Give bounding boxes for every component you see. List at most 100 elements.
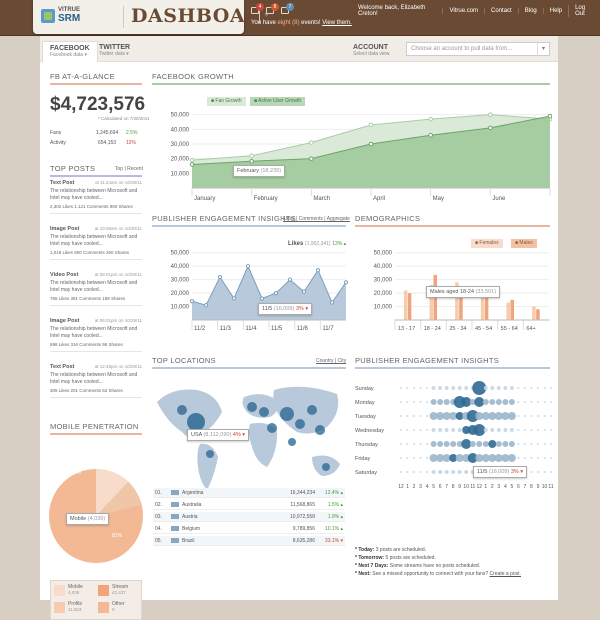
map-bubble[interactable] [177, 405, 187, 415]
heatmap-bubble[interactable] [406, 415, 409, 417]
heatmap-bubble[interactable] [509, 428, 514, 432]
heatmap-bubble[interactable] [419, 457, 422, 459]
bar[interactable] [480, 294, 485, 320]
map-bubble[interactable] [206, 450, 214, 458]
heatmap-bubble[interactable] [523, 415, 526, 417]
heatmap-bubble[interactable] [430, 399, 437, 405]
heatmap-bubble[interactable] [438, 470, 443, 474]
heatmap-bubble[interactable] [406, 429, 409, 431]
tab-facebook[interactable]: FACEBOOK Facebook data ▾ [42, 41, 98, 62]
heatmap-bubble[interactable] [431, 428, 436, 432]
help-link[interactable]: Help [542, 8, 568, 14]
heatmap-bubble[interactable] [536, 401, 539, 403]
top-post-item[interactable]: Text Post at 12:45pm on 10/29/11 The relat… [50, 364, 142, 398]
bar[interactable] [510, 299, 515, 320]
heatmap-bubble[interactable] [443, 399, 450, 405]
view-events-link[interactable]: View them. [322, 20, 352, 26]
heatmap-bubble[interactable] [543, 443, 546, 445]
heatmap-bubble[interactable] [457, 428, 462, 432]
map-bubble[interactable] [280, 407, 294, 421]
heatmap-bubble[interactable] [543, 457, 546, 459]
heatmap-bubble[interactable] [543, 401, 546, 403]
heatmap-bubble[interactable] [400, 387, 402, 389]
heatmap-bubble[interactable] [550, 471, 552, 473]
heatmap-bubble[interactable] [543, 415, 546, 417]
heatmap-bubble[interactable] [543, 387, 546, 389]
location-row[interactable]: 01. Argentina 16,344,234 12.4% ▴ [153, 488, 345, 498]
heatmap-bubble[interactable] [461, 439, 472, 449]
data-point[interactable] [301, 289, 307, 294]
heatmap-bubble[interactable] [509, 386, 514, 390]
data-point[interactable] [309, 140, 314, 145]
data-point[interactable] [231, 296, 237, 301]
heatmap-bubble[interactable] [550, 415, 552, 417]
heatmap-bubble[interactable] [419, 415, 422, 417]
heatmap-bubble[interactable] [503, 386, 508, 390]
heatmap-bubble[interactable] [443, 441, 450, 447]
data-point[interactable] [368, 122, 374, 128]
heatmap-bubble[interactable] [413, 443, 416, 445]
heatmap-bubble[interactable] [517, 429, 520, 431]
bar[interactable] [407, 293, 412, 320]
heatmap-bubble[interactable] [419, 401, 422, 403]
heatmap-bubble[interactable] [444, 470, 449, 474]
data-point[interactable] [245, 264, 251, 269]
heatmap-bubble[interactable] [413, 415, 416, 417]
heatmap-bubble[interactable] [419, 443, 422, 445]
heatmap-bubble[interactable] [508, 399, 515, 405]
heatmap-bubble[interactable] [495, 399, 502, 405]
heatmap-bubble[interactable] [406, 443, 409, 445]
locations-toggle[interactable]: Country | City [316, 358, 346, 364]
heatmap-bubble[interactable] [543, 471, 546, 473]
vitrue-link[interactable]: Vitrue.com [442, 8, 484, 14]
data-point[interactable] [315, 268, 321, 273]
tab-twitter[interactable]: TWITTER Twitter data ▾ [92, 41, 137, 62]
heatmap-bubble[interactable] [523, 443, 526, 445]
data-point[interactable] [189, 299, 195, 304]
heatmap-bubble[interactable] [461, 397, 472, 407]
heatmap-bubble[interactable] [419, 429, 422, 431]
data-point[interactable] [217, 274, 223, 280]
heatmap-bubble[interactable] [473, 424, 486, 436]
heatmap-bubble[interactable] [413, 429, 416, 431]
heatmap-bubble[interactable] [437, 441, 444, 447]
heatmap-bubble[interactable] [450, 441, 457, 447]
heatmap-bubble[interactable] [550, 401, 552, 403]
heatmap-bubble[interactable] [474, 397, 485, 407]
heatmap-bubble[interactable] [444, 428, 449, 432]
map-bubble[interactable] [259, 407, 269, 417]
heatmap-bubble[interactable] [490, 386, 495, 390]
bar[interactable] [532, 306, 536, 320]
heatmap-bubble[interactable] [536, 415, 539, 417]
heatmap-bubble[interactable] [507, 412, 516, 420]
heatmap-bubble[interactable] [530, 471, 533, 473]
heatmap-bubble[interactable] [406, 401, 409, 403]
heatmap-bubble[interactable] [536, 443, 539, 445]
heatmap-bubble[interactable] [483, 386, 488, 390]
heatmap-bubble[interactable] [430, 441, 437, 447]
data-point[interactable] [428, 116, 433, 122]
heatmap-bubble[interactable] [503, 428, 508, 432]
heatmap-bubble[interactable] [400, 401, 402, 403]
heatmap-bubble[interactable] [483, 428, 488, 432]
data-point[interactable] [547, 113, 552, 119]
heatmap-bubble[interactable] [523, 429, 526, 431]
heatmap-bubble[interactable] [426, 415, 429, 417]
heatmap-bubble[interactable] [444, 386, 449, 390]
heatmap-bubble[interactable] [523, 387, 526, 389]
data-point[interactable] [488, 112, 493, 117]
bar[interactable] [536, 309, 540, 320]
heatmap-bubble[interactable] [438, 428, 443, 432]
heatmap-bubble[interactable] [502, 399, 509, 405]
heatmap-bubble[interactable] [400, 415, 402, 417]
heatmap-bubble[interactable] [426, 429, 429, 431]
mobile-legend-item[interactable]: Profile 11,923 [54, 601, 94, 615]
heatmap-bubble[interactable] [426, 471, 429, 473]
heatmap-bubble[interactable] [419, 387, 422, 389]
map-bubble[interactable] [322, 463, 330, 471]
heatmap-bubble[interactable] [469, 441, 476, 447]
contact-link[interactable]: Contact [484, 8, 518, 14]
heatmap-bubble[interactable] [400, 471, 402, 473]
heatmap-bubble[interactable] [496, 386, 501, 390]
top-post-item[interactable]: Text Post at 11:24am on 10/30/11 The relat… [50, 180, 142, 214]
